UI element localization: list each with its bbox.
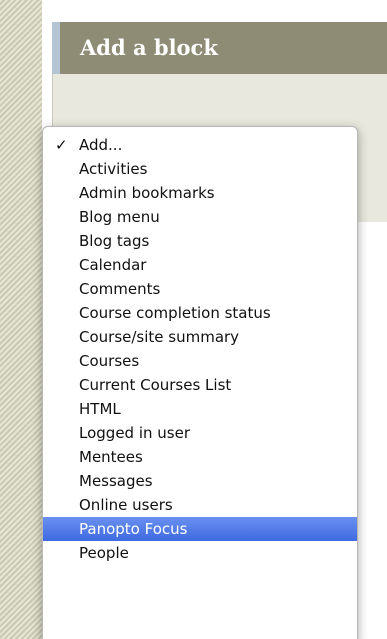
option-calendar[interactable]: Calendar [43,253,357,277]
option-label: Mentees [79,448,143,466]
option-label: Admin bookmarks [79,184,215,202]
option-admin-bookmarks[interactable]: Admin bookmarks [43,181,357,205]
option-label: Blog menu [79,208,160,226]
option-mentees[interactable]: Mentees [43,445,357,469]
option-label: Comments [79,280,161,298]
option-courses[interactable]: Courses [43,349,357,373]
option-activities[interactable]: Activities [43,157,357,181]
option-label: Logged in user [79,424,190,442]
option-current-courses-list[interactable]: Current Courses List [43,373,357,397]
option-label: Current Courses List [79,376,232,394]
option-label: Course/site summary [79,328,240,346]
option-label: Course completion status [79,304,271,322]
option-people[interactable]: People [43,541,357,565]
left-stripe-decoration [0,0,42,639]
option-blog-menu[interactable]: Blog menu [43,205,357,229]
option-label: Courses [79,352,140,370]
option-label: Panopto Focus [79,520,188,538]
option-course-completion-status[interactable]: Course completion status [43,301,357,325]
option-label: Activities [79,160,148,178]
option-comments[interactable]: Comments [43,277,357,301]
option-logged-in-user[interactable]: Logged in user [43,421,357,445]
block-header: Add a block [52,22,387,74]
block-title: Add a block [80,35,218,60]
option-add[interactable]: ✓ Add... [43,133,357,157]
option-label: Blog tags [79,232,150,250]
option-blog-tags[interactable]: Blog tags [43,229,357,253]
option-messages[interactable]: Messages [43,469,357,493]
option-label: HTML [79,400,121,418]
add-block-dropdown-menu[interactable]: ✓ Add... Activities Admin bookmarks Blog… [42,126,358,639]
option-list: ✓ Add... Activities Admin bookmarks Blog… [43,127,357,565]
option-online-users[interactable]: Online users [43,493,357,517]
option-label: Online users [79,496,173,514]
option-label: Calendar [79,256,147,274]
page: Add a block ✓ Add... Activities Admin bo… [0,0,387,639]
option-html[interactable]: HTML [43,397,357,421]
option-panopto-focus[interactable]: Panopto Focus [43,517,357,541]
option-label: Add... [79,136,123,154]
option-label: Messages [79,472,153,490]
checkmark-icon: ✓ [55,136,68,154]
option-course-site-summary[interactable]: Course/site summary [43,325,357,349]
option-label: People [79,544,129,562]
